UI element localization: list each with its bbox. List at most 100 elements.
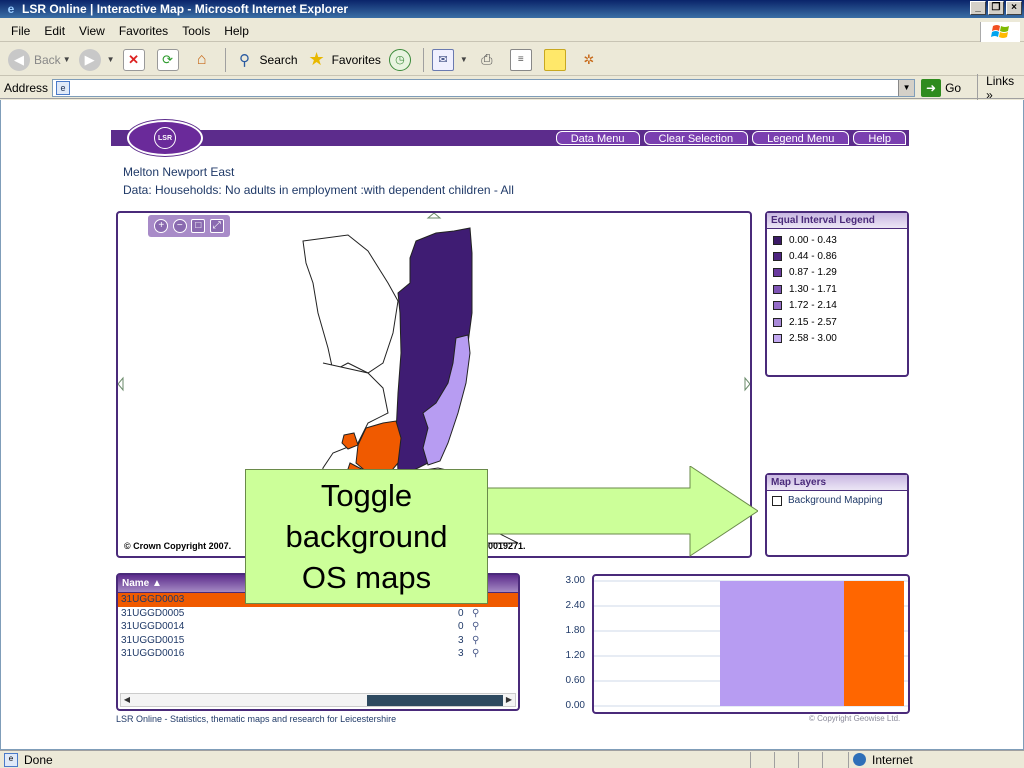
zoom-box-icon[interactable]: □ [191, 219, 206, 233]
table-row[interactable]: 31UGGD0014 0 ⚲ [118, 620, 518, 634]
print-button[interactable]: ⎙ [472, 46, 506, 74]
go-button[interactable]: ➜ Go [921, 78, 961, 97]
callout-line-3: OS maps [301, 560, 432, 595]
home-button[interactable]: ⌂ [187, 46, 221, 74]
zoom-to-area-icon[interactable]: ⚲ [472, 635, 479, 646]
help-button[interactable]: Help [853, 131, 906, 145]
legend-item: 2.58 - 3.00 [767, 330, 907, 346]
zoom-to-area-icon[interactable]: ⚲ [472, 621, 479, 632]
chart-bar[interactable] [720, 581, 844, 706]
legend-item: 0.87 - 1.29 [767, 265, 907, 281]
horizontal-scrollbar[interactable]: ◀ ▶ [120, 693, 516, 707]
background-mapping-checkbox[interactable] [772, 495, 782, 506]
clear-selection-button[interactable]: Clear Selection [643, 131, 749, 145]
mail-icon: ✉ [431, 48, 454, 71]
edit-button[interactable]: ≡ [506, 46, 540, 74]
legend-label: 0.87 - 1.29 [789, 267, 837, 279]
legend-title: Equal Interval Legend [767, 213, 907, 229]
legend-label: 2.15 - 2.57 [789, 316, 837, 328]
zoom-out-icon[interactable]: − [172, 219, 187, 233]
search-button[interactable]: ⚲ Search [230, 46, 302, 74]
zoom-to-area-icon[interactable]: ⚲ [472, 608, 479, 619]
table-row[interactable]: 31UGGD0015 3 ⚲ [118, 634, 518, 648]
address-input[interactable]: e ▼ [52, 78, 916, 97]
data-menu-button[interactable]: Data Menu [555, 131, 640, 145]
printer-icon: ⎙ [481, 51, 493, 67]
legend-swatch [773, 317, 782, 327]
scroll-thumb[interactable] [367, 695, 503, 706]
row-name: 31UGGD0014 [121, 621, 185, 633]
star-icon: ★ [308, 49, 325, 69]
legend-label: 2.58 - 3.00 [789, 333, 837, 345]
data-description: Data: Households: No adults in employmen… [123, 183, 514, 197]
messenger-icon: ✲ [583, 51, 595, 67]
callout-box: Toggle background OS maps [245, 469, 488, 604]
map-copyright: © Crown Copyright 2007. [124, 541, 232, 551]
minimize-button[interactable]: _ [970, 1, 986, 15]
legend-item: 1.72 - 2.14 [767, 298, 907, 314]
close-button[interactable]: × [1006, 1, 1022, 15]
table-row[interactable]: 31UGGD0016 3 ⚲ [118, 647, 518, 661]
globe-icon [853, 753, 866, 766]
menu-edit[interactable]: Edit [37, 24, 72, 38]
full-extent-icon[interactable]: ⤢ [209, 219, 224, 233]
stop-icon: ✕ [122, 48, 145, 71]
history-icon: ◷ [388, 48, 411, 71]
forward-button[interactable]: ▶ ▼ [75, 46, 119, 74]
table-row[interactable]: 31UGGD0005 0 ⚲ [118, 607, 518, 621]
map-tools: + − □ ⤢ [148, 215, 230, 237]
scroll-right-icon[interactable]: ▶ [503, 694, 515, 706]
zoom-to-area-icon[interactable]: ⚲ [472, 648, 479, 659]
footer-text: LSR Online - Statistics, thematic maps a… [116, 714, 397, 724]
row-name: 31UGGD0015 [121, 634, 185, 646]
history-button[interactable]: ◷ [385, 46, 419, 74]
links-button[interactable]: Links » [977, 73, 1024, 102]
refresh-button[interactable]: ⟳ [153, 46, 187, 74]
menu-help[interactable]: Help [217, 24, 256, 38]
chart-y-tick-label: 1.80 [565, 625, 585, 636]
legend-label: 0.00 - 0.43 [789, 234, 837, 246]
legend-swatch [773, 284, 782, 294]
discuss-button[interactable] [540, 46, 574, 74]
legend-label: 1.30 - 1.71 [789, 283, 837, 295]
address-dropdown-icon[interactable]: ▼ [898, 79, 915, 96]
window-title: LSR Online | Interactive Map - Microsoft… [22, 2, 349, 16]
map-pan-up-icon [426, 213, 442, 219]
menu-file[interactable]: File [4, 24, 37, 38]
messenger-button[interactable]: ✲ [574, 46, 608, 74]
chart-credit: © Copyright Geowise Ltd. [809, 714, 901, 723]
legend-label: 0.44 - 0.86 [789, 251, 837, 263]
address-label: Address [4, 80, 49, 95]
windows-logo-icon [980, 22, 1020, 42]
back-arrow-icon: ◀ [8, 48, 30, 71]
legend-item: 2.15 - 2.57 [767, 314, 907, 330]
background-mapping-toggle[interactable]: Background Mapping [767, 491, 907, 506]
legend-swatch [773, 235, 782, 245]
legend-list: 0.00 - 0.43 0.44 - 0.86 0.87 - 1.29 1.30 - … [767, 229, 907, 347]
menu-favorites[interactable]: Favorites [112, 24, 175, 38]
back-button[interactable]: ◀ Back ▼ [4, 46, 75, 74]
legend-item: 0.44 - 0.86 [767, 248, 907, 264]
restore-button[interactable]: ❐ [988, 1, 1004, 15]
bar-chart [594, 580, 908, 707]
chart-y-tick-label: 3.00 [565, 575, 585, 586]
chart-bar[interactable] [844, 581, 904, 706]
legend-menu-button[interactable]: Legend Menu [752, 131, 850, 145]
lsr-logo[interactable]: LSR [127, 120, 203, 156]
security-zone: Internet [848, 751, 913, 768]
legend-swatch [773, 334, 782, 344]
stop-button[interactable]: ✕ [119, 46, 153, 74]
legend-label: 1.72 - 2.14 [789, 300, 837, 312]
zoom-in-icon[interactable]: + [154, 219, 169, 233]
menu-tools[interactable]: Tools [175, 24, 217, 38]
scroll-left-icon[interactable]: ◀ [121, 694, 133, 706]
map-region-white-north [302, 234, 399, 374]
favorites-button[interactable]: ★ Favorites [302, 46, 385, 74]
ie-logo-icon: e [7, 2, 15, 16]
mail-button[interactable]: ✉ ▼ [428, 46, 472, 74]
menu-view[interactable]: View [72, 24, 112, 38]
page-content: LSR Data Menu Clear Selection Legend Men… [0, 100, 1024, 750]
row-value: 3 [458, 648, 464, 660]
location-title: Melton Newport East [123, 165, 235, 179]
status-text: e Done [0, 752, 750, 767]
